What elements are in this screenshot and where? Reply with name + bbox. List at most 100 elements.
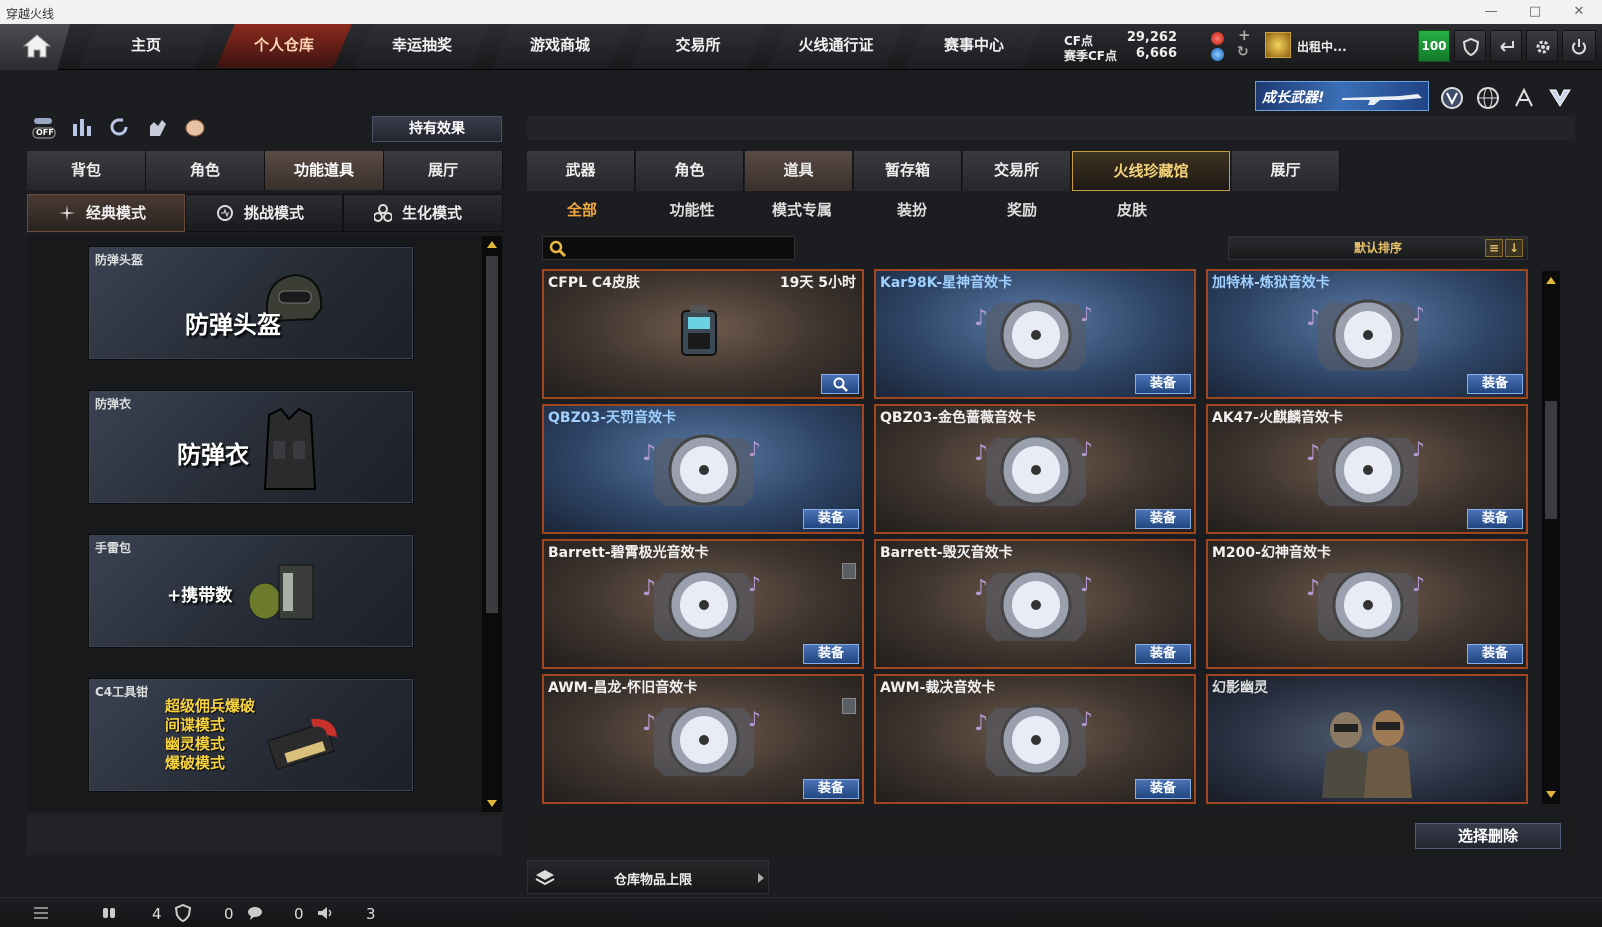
item-card-sound-gatling[interactable]: 加特林-炼狱音效卡 ♪ ♪ 装备	[1206, 269, 1528, 399]
equip-button[interactable]: 装备	[1467, 509, 1523, 529]
hand-icon[interactable]	[144, 114, 170, 140]
speaker-icon[interactable]	[316, 904, 334, 922]
zoom-button[interactable]	[821, 374, 859, 394]
left-scrollbar[interactable]	[482, 236, 502, 812]
maximize-button[interactable]: □	[1520, 2, 1550, 22]
scroll-up-icon[interactable]	[1546, 277, 1556, 284]
nav-tab-exchange[interactable]: 交易所	[630, 24, 766, 68]
capacity-bar[interactable]: 仓库物品上限	[527, 860, 769, 894]
mode-tab-zombie[interactable]: 生化模式	[343, 194, 503, 232]
item-card-sound-qbz03-golden-rose[interactable]: QBZ03-金色蔷薇音效卡 ♪ ♪ 装备	[874, 404, 1196, 534]
left-tab-bag[interactable]: 背包	[27, 151, 146, 190]
list-view-icon[interactable]: ≡	[1485, 239, 1503, 257]
fist-icon[interactable]	[182, 114, 208, 140]
clan-shield-icon[interactable]	[174, 904, 192, 922]
right-tab-weapons[interactable]: 武器	[527, 151, 635, 191]
right-info-bar	[527, 116, 1575, 140]
growth-weapon-banner[interactable]: 成长武器!	[1255, 81, 1429, 111]
item-card-phantom-ghost[interactable]: 幻影幽灵	[1206, 674, 1528, 804]
nav-tab-events[interactable]: 赛事中心	[906, 24, 1042, 68]
nav-tab-home[interactable]: 主页	[78, 24, 214, 68]
refresh-icon[interactable]	[106, 114, 132, 140]
equip-button[interactable]: 装备	[1467, 374, 1523, 394]
scroll-down-icon[interactable]	[487, 800, 497, 807]
nav-tab-shop[interactable]: 游戏商城	[492, 24, 628, 68]
equip-button[interactable]: 装备	[803, 644, 859, 664]
globe-badge-icon[interactable]	[1476, 86, 1500, 110]
equip-button[interactable]: 装备	[803, 509, 859, 529]
refresh-points-button[interactable]: ↻	[1237, 44, 1249, 60]
sort-dropdown[interactable]: 默认排序 ≡ ↓	[1228, 236, 1528, 260]
nav-tab-lottery[interactable]: 幸运抽奖	[354, 24, 490, 68]
select-delete-button[interactable]: 选择删除	[1415, 823, 1561, 849]
subtab-all[interactable]: 全部	[527, 195, 637, 225]
item-card-helmet[interactable]: 防弹头盔 防弹头盔	[88, 246, 414, 360]
right-tab-characters[interactable]: 角色	[636, 151, 744, 191]
scroll-down-icon[interactable]	[1546, 791, 1556, 798]
equip-button[interactable]: 装备	[1135, 374, 1191, 394]
right-tab-items[interactable]: 道具	[745, 151, 853, 191]
item-card-sound-kar98k[interactable]: Kar98K-星神音效卡 ♪ ♪ 装备	[874, 269, 1196, 399]
mode-tab-challenge[interactable]: 挑战模式	[185, 194, 343, 232]
item-grid-scrollbar[interactable]	[1542, 271, 1560, 804]
close-button[interactable]: ✕	[1564, 2, 1594, 22]
left-scroll-thumb[interactable]	[486, 256, 498, 613]
minimize-button[interactable]: —	[1476, 2, 1506, 22]
subtab-mode-exclusive[interactable]: 模式专属	[747, 195, 857, 225]
subtab-functional[interactable]: 功能性	[637, 195, 747, 225]
item-card-vest[interactable]: 防弹衣 防弹衣	[88, 390, 414, 504]
add-points-button[interactable]: +	[1238, 26, 1251, 44]
item-grid-scroll-thumb[interactable]	[1545, 401, 1557, 519]
chat-bubble-icon[interactable]	[246, 904, 264, 922]
subtab-cosmetic[interactable]: 装扮	[857, 195, 967, 225]
scroll-up-icon[interactable]	[487, 241, 497, 248]
item-card-c4-pliers[interactable]: C4工具钳 超级佣兵爆破 间谍模式 幽灵模式 爆破模式	[88, 678, 414, 792]
equip-button[interactable]: 装备	[803, 779, 859, 799]
item-card-sound-barrett-destroy[interactable]: Barrett-毁灭音效卡 ♪ ♪ 装备	[874, 539, 1196, 669]
power-button[interactable]	[1562, 30, 1596, 62]
friends-icon[interactable]	[100, 904, 118, 922]
item-card-sound-m200[interactable]: M200-幻神音效卡 ♪ ♪ 装备	[1206, 539, 1528, 669]
home-button[interactable]	[0, 24, 70, 70]
rank-emblem-icon[interactable]	[1265, 32, 1291, 58]
item-card-c4-skin[interactable]: CFPL C4皮肤 19天 5小时	[542, 269, 864, 399]
menu-list-icon[interactable]	[32, 904, 50, 922]
item-card-sound-awm-judgement[interactable]: AWM-裁决音效卡 ♪ ♪ 装备	[874, 674, 1196, 804]
equip-button[interactable]: 装备	[1467, 644, 1523, 664]
hero-badge-icon[interactable]	[1440, 86, 1464, 110]
trash-icon[interactable]	[842, 698, 856, 714]
equip-button[interactable]: 装备	[1135, 509, 1191, 529]
expand-arrow-icon[interactable]	[758, 873, 764, 883]
back-button[interactable]	[1490, 30, 1522, 62]
claw-badge-icon[interactable]	[1512, 86, 1536, 110]
item-card-sound-awm-changlong[interactable]: AWM-昌龙-怀旧音效卡 ♪ ♪ 装备	[542, 674, 864, 804]
trash-icon[interactable]	[842, 563, 856, 579]
level-badge[interactable]: 100	[1418, 30, 1450, 62]
subtab-skins[interactable]: 皮肤	[1077, 195, 1187, 225]
shield-button[interactable]	[1454, 30, 1486, 62]
equip-button[interactable]: 装备	[1135, 779, 1191, 799]
subtab-rewards[interactable]: 奖励	[967, 195, 1077, 225]
search-box[interactable]	[542, 236, 795, 260]
item-card-sound-barrett-aurora[interactable]: Barrett-碧霄极光音效卡 ♪ ♪ 装备	[542, 539, 864, 669]
equip-button[interactable]: 装备	[1135, 644, 1191, 664]
item-card-sound-ak47-qilin[interactable]: AK47-火麒麟音效卡 ♪ ♪ 装备	[1206, 404, 1528, 534]
wing-badge-icon[interactable]	[1548, 86, 1572, 110]
bars-icon[interactable]	[69, 114, 95, 140]
right-tab-collection-hall[interactable]: 火线珍藏馆	[1072, 151, 1230, 191]
left-tab-function-items[interactable]: 功能道具	[265, 151, 384, 190]
off-toggle-icon[interactable]: OFF	[31, 114, 57, 140]
sort-direction-icon[interactable]: ↓	[1505, 239, 1523, 257]
item-card-grenade-pack[interactable]: 手雷包 +携带数	[88, 534, 414, 648]
item-card-sound-qbz03-tianfa[interactable]: QBZ03-天罚音效卡 ♪ ♪ 装备	[542, 404, 864, 534]
settings-button[interactable]	[1526, 30, 1558, 62]
mode-tab-classic[interactable]: 经典模式	[27, 194, 185, 232]
right-tab-exchange[interactable]: 交易所	[963, 151, 1071, 191]
nav-tab-warehouse[interactable]: 个人仓库	[216, 24, 352, 68]
right-tab-storage[interactable]: 暂存箱	[854, 151, 962, 191]
hold-effect-button[interactable]: 持有效果	[372, 116, 502, 142]
nav-tab-battlepass[interactable]: 火线通行证	[768, 24, 904, 68]
left-tab-character[interactable]: 角色	[146, 151, 265, 190]
left-tab-showroom[interactable]: 展厅	[384, 151, 503, 190]
right-tab-showroom[interactable]: 展厅	[1232, 151, 1340, 191]
